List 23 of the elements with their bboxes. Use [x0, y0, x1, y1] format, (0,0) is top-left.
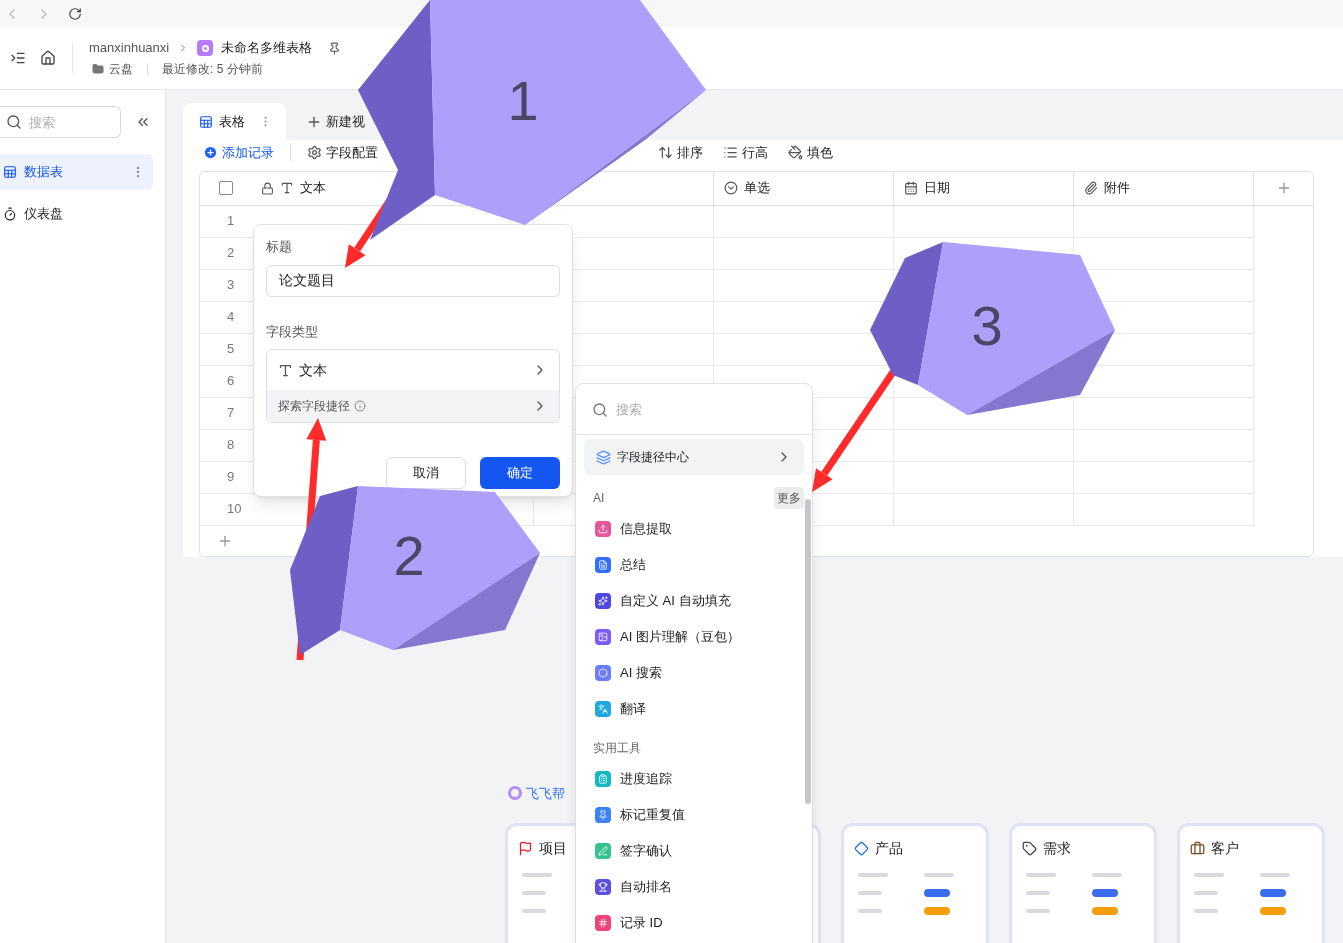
document-title: 未命名多维表格 — [221, 39, 313, 58]
template-title: 项目 — [539, 839, 567, 858]
section-title: 实用工具 — [593, 740, 642, 757]
row-number: 3 — [227, 276, 235, 295]
row-number: 1 — [227, 212, 235, 231]
row-number: 6 — [227, 372, 235, 391]
template-title: 产品 — [875, 839, 903, 858]
template-title: 需求 — [1043, 839, 1071, 858]
last-modified: 最近修改: 5 分钟前 — [162, 60, 263, 78]
row-number: 4 — [227, 308, 235, 327]
annotation-number: 3 — [971, 294, 1003, 357]
row-number: 5 — [227, 340, 235, 359]
row-number: 10 — [227, 500, 242, 519]
section-title: AI — [593, 490, 606, 507]
row-number: 8 — [227, 436, 235, 455]
annotation-number: 1 — [507, 69, 539, 132]
template-title: 客户 — [1211, 839, 1239, 858]
row-number: 2 — [227, 244, 235, 263]
row-number: 9 — [227, 468, 235, 487]
row-number: 7 — [227, 404, 235, 423]
field-label: 字段类型 — [266, 322, 319, 341]
field-label: 标题 — [266, 238, 293, 256]
annotation-number: 2 — [393, 524, 425, 587]
